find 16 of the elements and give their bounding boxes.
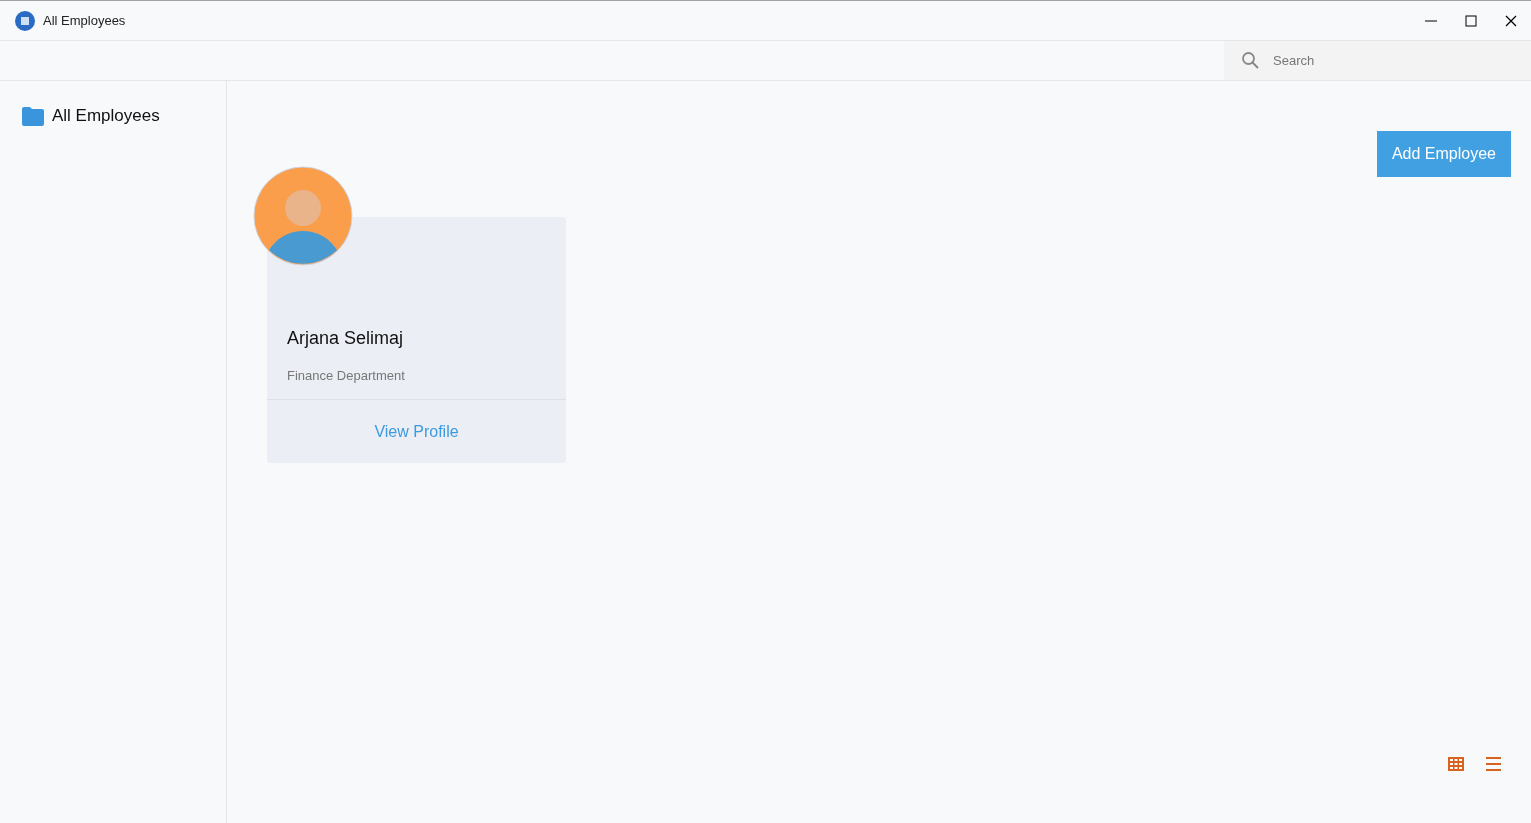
- app-logo-icon: [15, 10, 35, 31]
- close-icon: [1505, 14, 1517, 27]
- list-view-icon[interactable]: [1486, 757, 1501, 771]
- search-field[interactable]: Search: [1224, 41, 1531, 80]
- sidebar-item[interactable]: All Employees: [0, 103, 226, 129]
- employee-name: Arjana Selimaj: [287, 327, 405, 350]
- avatar-icon: [253, 166, 353, 266]
- maximize-icon: [1465, 14, 1477, 27]
- add-employee-button[interactable]: Add Employee: [1376, 131, 1511, 177]
- folder-icon: [22, 106, 44, 126]
- grid-view-icon[interactable]: [1448, 757, 1464, 771]
- search-input[interactable]: Search: [1273, 50, 1513, 71]
- view-profile-link[interactable]: View Profile: [374, 419, 459, 444]
- search-icon: [1241, 51, 1260, 70]
- employee-department: Finance Department: [287, 367, 406, 385]
- window-title: All Employees: [43, 11, 126, 30]
